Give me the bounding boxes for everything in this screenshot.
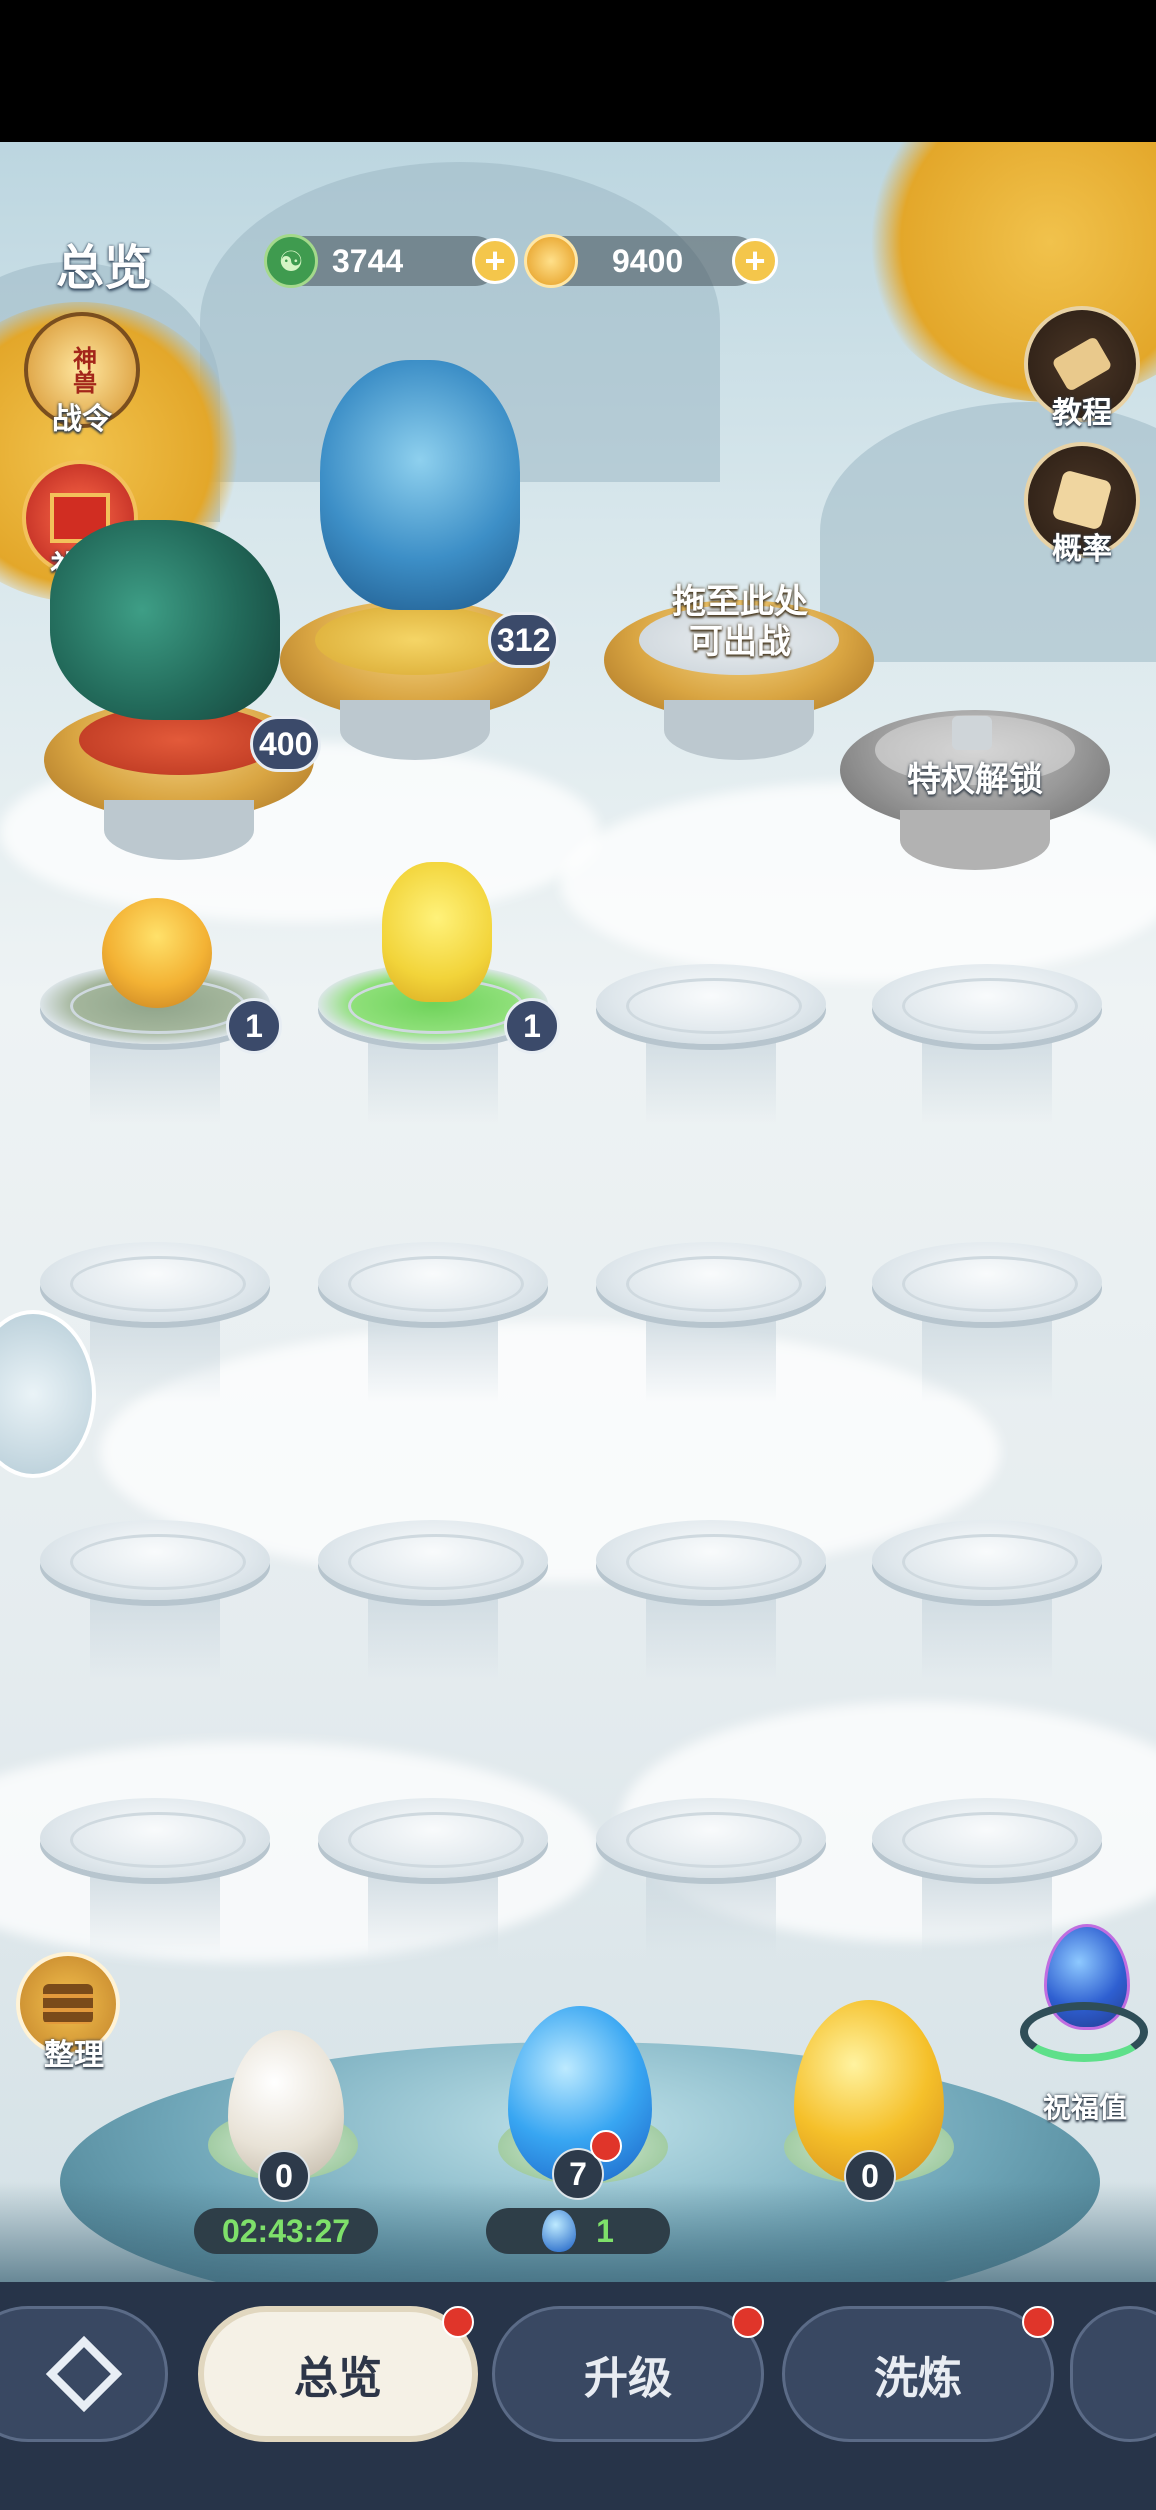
tidy-label: 整理 [44,2039,104,2072]
scroll-icon [1051,335,1113,393]
pet-pedestal[interactable] [596,964,826,1124]
pet-pedestal[interactable] [40,1520,270,1680]
blue-egg-cost-icon [542,2210,577,2252]
tab-upgrade[interactable]: 升级 [492,2306,764,2442]
status-bar [0,0,1156,142]
probability-button[interactable]: 概率 [1024,442,1140,566]
blessing-button[interactable] [1016,1924,1152,2074]
privilege-unlock-label: 特权解锁 [907,761,1043,799]
gold-resource: 9400 + [524,234,778,288]
probability-label: 概率 [1052,533,1112,566]
gold-egg-count: 0 [844,2150,896,2202]
blessing-label: 祝福值 [1042,2092,1127,2123]
pet-pedestal[interactable] [596,1520,826,1680]
blue-egg-cost: 1 [486,2208,670,2254]
tutorial-label: 教程 [1052,397,1112,430]
pet-level-badge: 1 [226,998,282,1054]
jade-coin-icon: ☯ [264,234,318,288]
white-egg-count: 0 [258,2150,310,2202]
battle-pass-button[interactable]: 神兽 战令 [24,312,140,436]
battle-pass-emblem: 神兽 [68,346,96,394]
drag-hint: 拖至此处 可出战 [620,582,860,662]
blue-qilin-pet[interactable] [320,360,520,610]
yellow-chick-pet[interactable] [382,862,492,1002]
game-scene [0,142,1156,2282]
tab-overview-label: 总览 [294,2354,382,2403]
green-dragon-pet[interactable] [50,520,280,720]
tab-upgrade-label: 升级 [584,2354,672,2403]
pet-pedestal[interactable] [318,1798,548,1958]
notification-dot [442,2306,474,2338]
notification-dot [1022,2306,1054,2338]
add-jade-button[interactable]: + [472,238,518,284]
pet-level-badge: 1 [504,998,560,1054]
pet-power-badge: 312 [488,612,560,668]
pet-pedestal[interactable] [872,1242,1102,1402]
drag-hint-line1: 拖至此处 [672,583,808,621]
diamond-logo-icon [45,2335,123,2413]
blue-egg-cost-value: 1 [596,2212,614,2249]
dice-icon [1051,469,1113,531]
tidy-button[interactable]: 整理 [16,1952,120,2072]
jade-resource: ☯ 3744 + [264,234,518,288]
gold-value: 9400 [612,242,684,279]
chick-in-egg-pet[interactable] [102,898,212,1008]
lock-icon [952,716,992,750]
jade-value: 3744 [332,242,404,279]
pet-pedestal[interactable] [318,1520,548,1680]
stack-icon [43,1984,93,2024]
tab-refine[interactable]: 洗炼 [782,2306,1054,2442]
pet-pedestal[interactable] [596,1242,826,1402]
gold-coin-icon [524,234,578,288]
notification-dot [590,2130,622,2162]
nav-menu-button[interactable] [0,2306,168,2442]
pet-pedestal[interactable] [40,1798,270,1958]
drag-hint-line2: 可出战 [689,623,791,661]
tab-refine-label: 洗炼 [874,2354,962,2403]
pet-pedestal[interactable] [596,1798,826,1958]
pet-pedestal[interactable] [872,964,1102,1124]
notification-dot [732,2306,764,2338]
blessing-ring [1020,2002,1148,2062]
white-egg-timer: 02:43:27 [194,2208,378,2254]
pet-pedestal[interactable] [318,1242,548,1402]
tab-overview[interactable]: 总览 [198,2306,478,2442]
tutorial-button[interactable]: 教程 [1024,306,1140,430]
pet-pedestal[interactable] [872,1520,1102,1680]
battle-pass-label: 战令 [52,403,112,436]
page-title: 总览 [56,242,153,295]
add-gold-button[interactable]: + [732,238,778,284]
